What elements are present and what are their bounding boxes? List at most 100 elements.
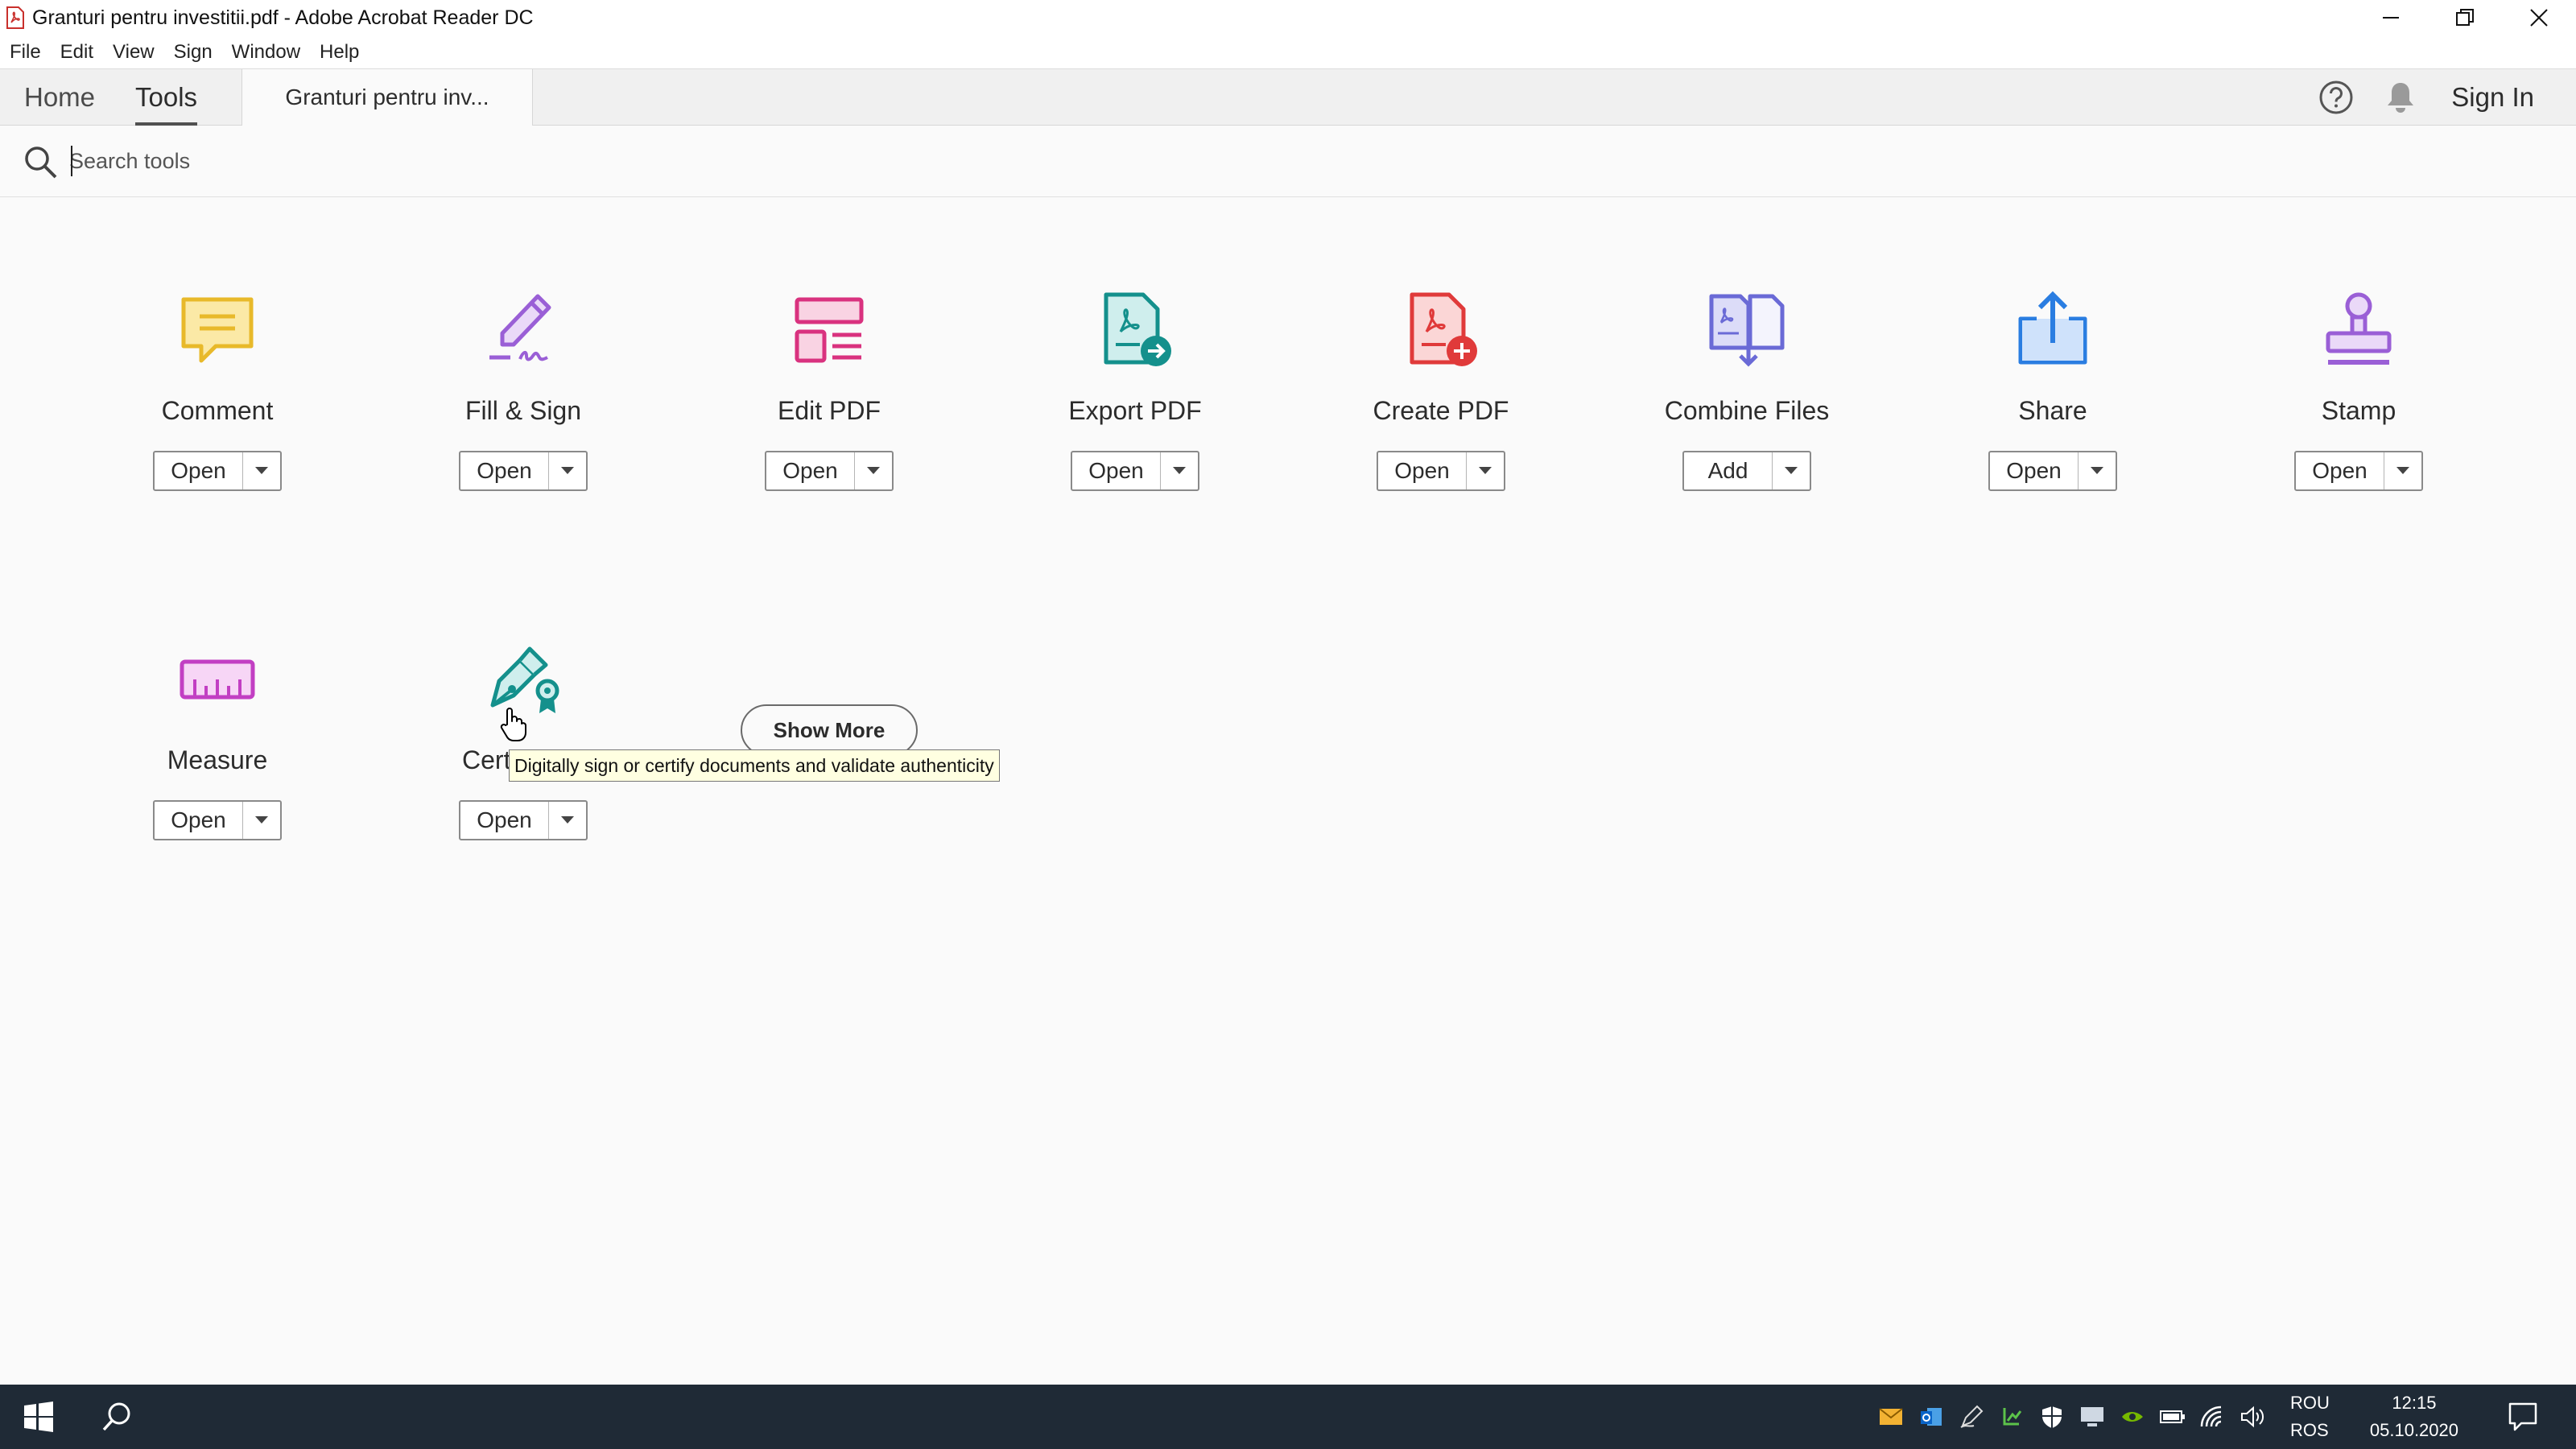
sign-in-link[interactable]: Sign In [2451,82,2534,113]
menu-view[interactable]: View [113,41,155,64]
export-pdf-dropdown-button[interactable] [1161,452,1198,489]
shield-glyph [2042,1406,2062,1428]
menu-help[interactable]: Help [320,41,359,64]
wifi-glyph [2200,1406,2222,1427]
chevron-down-icon [255,816,268,824]
tool-button-group: Open [765,451,894,491]
menu-edit[interactable]: Edit [60,41,93,64]
tool-create-pdf: Create PDF Open [1288,290,1594,523]
tool-label: Edit PDF [777,396,881,425]
tab-document[interactable]: Granturi pentru inv... [242,69,533,126]
search-tools-input[interactable] [69,149,794,174]
tool-button-group: Open [1071,451,1199,491]
certificates-open-button[interactable]: Open [460,802,549,839]
tooltip: Digitally sign or certify documents and … [509,749,1000,782]
volume-icon[interactable] [2239,1402,2268,1431]
mail-glyph [1879,1408,1903,1425]
fill-sign-dropdown-button[interactable] [549,452,586,489]
tool-label: Share [2018,396,2087,425]
nvidia-icon[interactable] [2118,1402,2147,1431]
fill-sign-open-button[interactable]: Open [460,452,549,489]
share-open-button[interactable]: Open [1990,452,2079,489]
help-icon[interactable] [2318,79,2355,116]
tab-tools[interactable]: Tools [135,69,198,126]
mail-icon[interactable] [1876,1402,1905,1431]
create-pdf-dropdown-button[interactable] [1467,452,1504,489]
tab-home[interactable]: Home [24,69,95,126]
share-icon [2018,291,2087,365]
taskbar-search-icon[interactable] [100,1399,135,1435]
tool-button-group: Open [459,451,588,491]
display-glyph [2081,1407,2103,1426]
menu-bar: File Edit View Sign Window Help [0,35,2576,69]
clock-time: 12:15 [2392,1393,2437,1413]
active-tab-indicator [135,122,198,126]
volume-glyph [2241,1406,2264,1428]
comment-icon [181,297,254,363]
tool-label: Comment [161,396,274,425]
measure-open-button[interactable]: Open [155,802,243,839]
tool-measure: Measure Open [64,639,370,873]
comment-dropdown-button[interactable] [243,452,280,489]
tool-export-pdf: Export PDF Open [982,290,1288,523]
wifi-icon[interactable] [2198,1402,2227,1431]
tool-label: Measure [167,745,268,774]
tool-button-group: Open [1988,451,2117,491]
certificates-dropdown-button[interactable] [549,802,586,839]
sync-icon[interactable] [1997,1402,2026,1431]
pen-tray-icon[interactable] [1957,1402,1986,1431]
hand-pointer-icon [500,708,526,741]
search-icon [25,146,57,178]
action-center-icon[interactable] [2507,1401,2539,1433]
comment-open-button[interactable]: Open [155,452,243,489]
outlook-icon[interactable] [1917,1402,1946,1431]
share-dropdown-button[interactable] [2079,452,2116,489]
windows-taskbar: ROU ROS 12:15 05.10.2020 [0,1385,2576,1449]
display-icon[interactable] [2078,1402,2107,1431]
system-clock[interactable]: 12:15 05.10.2020 [2370,1389,2458,1444]
edit-pdf-icon [795,297,864,363]
chevron-down-icon [1479,467,1492,474]
input-language[interactable]: ROU ROS [2290,1389,2330,1444]
tool-label: Export PDF [1068,396,1202,425]
chevron-down-icon [1173,467,1186,474]
tool-label: Create PDF [1373,396,1509,425]
export-pdf-open-button[interactable]: Open [1072,452,1161,489]
close-icon [2530,9,2548,27]
menu-file[interactable]: File [10,41,41,64]
edit-pdf-dropdown-button[interactable] [855,452,892,489]
menu-window[interactable]: Window [232,41,300,64]
clock-date: 05.10.2020 [2369,1420,2458,1440]
battery-icon[interactable] [2158,1402,2187,1431]
minimize-button[interactable] [2354,0,2428,35]
menu-sign[interactable]: Sign [174,41,213,64]
tool-button-group: Add [1682,451,1811,491]
combine-files-add-button[interactable]: Add [1684,452,1773,489]
pen-glyph [1960,1405,1984,1428]
tool-share: Share Open [1900,290,2206,523]
title-bar: Granturi pentru investitii.pdf - Adobe A… [0,0,2576,35]
tool-edit-pdf: Edit PDF Open [676,290,982,523]
windows-start-icon[interactable] [23,1401,55,1433]
export-pdf-icon [1104,292,1171,366]
show-more-button[interactable]: Show More [741,704,918,756]
stamp-icon [2326,292,2392,365]
chevron-down-icon [255,467,268,474]
create-pdf-open-button[interactable]: Open [1378,452,1467,489]
tool-button-group: Open [1377,451,1505,491]
combine-files-dropdown-button[interactable] [1773,452,1810,489]
measure-dropdown-button[interactable] [243,802,280,839]
edit-pdf-open-button[interactable]: Open [766,452,855,489]
restore-button[interactable] [2428,0,2502,35]
help-icon-glyph [2319,80,2353,114]
bell-icon [2388,83,2414,113]
battery-glyph [2160,1410,2185,1423]
stamp-dropdown-button[interactable] [2384,452,2421,489]
notifications-bell-icon[interactable] [2382,79,2419,116]
stamp-open-button[interactable]: Open [2296,452,2384,489]
defender-shield-icon[interactable] [2037,1402,2066,1431]
chevron-down-icon [561,467,574,474]
chevron-down-icon [561,816,574,824]
close-button[interactable] [2502,0,2576,35]
nvidia-glyph [2122,1412,2143,1422]
